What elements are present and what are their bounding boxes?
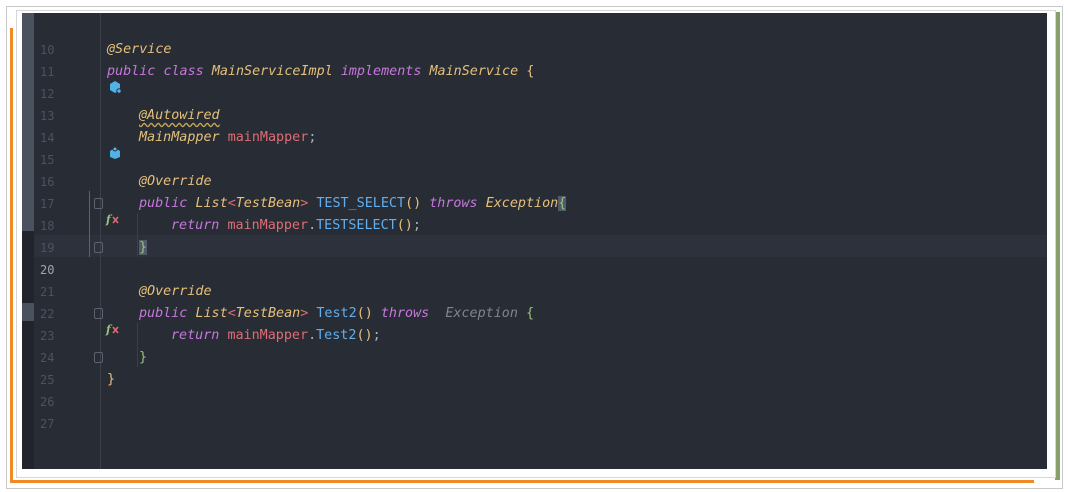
keyword: throws (380, 306, 430, 321)
parens: () (405, 196, 422, 211)
dot: . (308, 328, 317, 343)
brace-highlighted: { (558, 196, 567, 211)
brace-highlighted: } (139, 240, 148, 255)
generic-bracket: > (300, 306, 309, 321)
type-name: List (195, 306, 228, 321)
parens: () (396, 218, 413, 233)
field-name: mainMapper (227, 218, 309, 233)
class-name: MainServiceImpl (211, 64, 333, 79)
code-line-26[interactable]: 26 } (22, 369, 1047, 409)
field-name: mainMapper (227, 328, 309, 343)
semicolon: ; (412, 218, 421, 233)
keyword: public (139, 306, 188, 321)
spring-bean-icon[interactable] (65, 64, 123, 94)
code-line-22[interactable]: 22 @Override (22, 281, 1047, 321)
annotation-service: @Service (107, 42, 172, 57)
code-line-19[interactable]: 19 return mainMapper.TESTSELECT(); (22, 215, 1047, 255)
annotation-override: @Override (139, 284, 212, 299)
method-call: Test2 (316, 328, 357, 343)
keyword: return (171, 218, 220, 233)
type-name: TestBean (235, 196, 301, 211)
dot: . (308, 218, 317, 233)
code-line-16[interactable]: 16 (22, 149, 1047, 189)
parens: () (356, 328, 373, 343)
code-line-10[interactable]: 10 (22, 17, 1047, 57)
mybatis-method-icon[interactable]: f (65, 196, 119, 226)
code-line-11[interactable]: 11 @Service (22, 39, 1047, 79)
brace: } (139, 350, 148, 365)
autowired-bean-icon[interactable] (65, 130, 121, 159)
code-line-14[interactable]: 14 @Autowired (22, 105, 1047, 145)
fold-toggle[interactable] (94, 352, 103, 363)
method-name: TEST_SELECT (316, 196, 406, 211)
type-name: Exception (485, 196, 559, 211)
keyword: implements (340, 64, 422, 79)
fold-toggle[interactable] (94, 242, 103, 253)
code-line-21[interactable]: 21 (22, 259, 1047, 299)
type-name-dimmed: Exception (445, 306, 518, 321)
semicolon: ; (308, 130, 317, 145)
parens: () (356, 306, 373, 321)
line-number: 27 (40, 417, 55, 431)
code-line-12[interactable]: 12 public class MainServiceImpl implemen… (22, 61, 1047, 101)
annotation-override: @Override (139, 174, 212, 189)
generic-bracket: > (300, 196, 309, 211)
code-line-23[interactable]: 23 f public List<TestBean> Test2() throw… (22, 303, 1047, 343)
method-name: Test2 (316, 306, 357, 321)
keyword: public (139, 196, 188, 211)
code-editor[interactable]: 10 11 @Service 12 public class MainServi… (22, 13, 1047, 469)
brace: { (526, 306, 535, 321)
code-line-24[interactable]: 24 return mainMapper.Test2(); (22, 325, 1047, 365)
type-name: List (195, 196, 228, 211)
fold-toggle[interactable] (94, 198, 103, 209)
code-line-20[interactable]: 20 } (22, 237, 1047, 277)
code-line-15[interactable]: 15 MainMapper mainMapper; (22, 127, 1047, 167)
code-line-13[interactable]: 13 (22, 83, 1047, 123)
interface-name: MainService (429, 64, 519, 79)
generic-bracket: < (227, 306, 236, 321)
generic-bracket: < (227, 196, 236, 211)
keyword: class (163, 64, 204, 79)
brace: } (107, 372, 116, 387)
type-name: TestBean (235, 306, 301, 321)
semicolon: ; (372, 328, 381, 343)
keyword: public (107, 64, 156, 79)
keyword: return (171, 328, 220, 343)
code-line-18[interactable]: 18 f public List<TestBean> TEST_SELECT()… (22, 193, 1047, 233)
code-line-27[interactable]: 27 (22, 391, 1047, 431)
method-call: TESTSELECT (316, 218, 397, 233)
brace: { (526, 64, 535, 79)
annotation-autowired: @Autowired (139, 108, 220, 123)
mybatis-method-icon[interactable]: f (65, 306, 119, 336)
type-name: MainMapper (139, 130, 220, 145)
field-name: mainMapper (227, 130, 309, 145)
code-line-17[interactable]: 17 @Override (22, 171, 1047, 211)
keyword: throws (429, 196, 478, 211)
code-line-25[interactable]: 25 } (22, 347, 1047, 387)
fold-toggle[interactable] (94, 308, 103, 319)
